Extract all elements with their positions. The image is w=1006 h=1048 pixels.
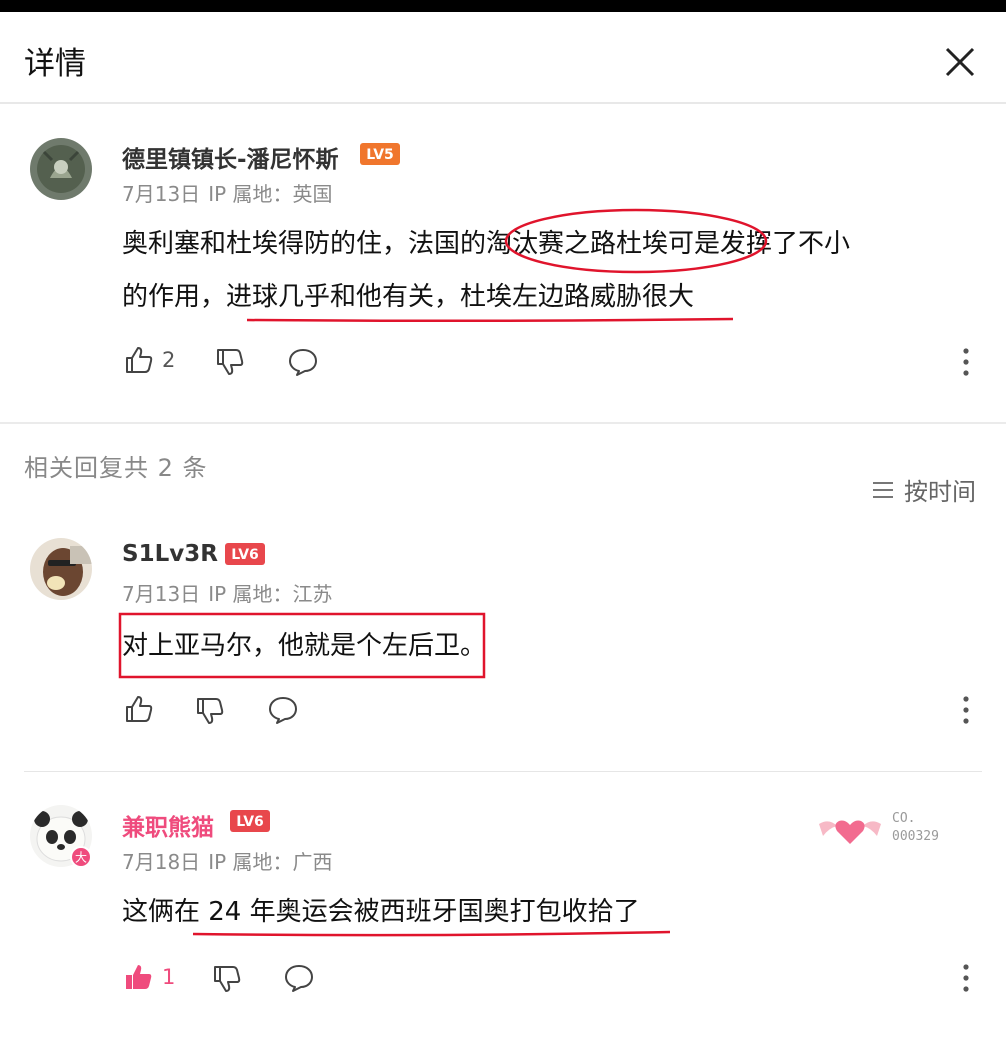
comment-meta: 7月13日 IP 属地：英国	[122, 178, 333, 207]
heart-wings-icon	[819, 820, 881, 844]
comment-meta: 7月18日 IP 属地：广西	[122, 846, 333, 875]
sort-label: 按时间	[904, 478, 976, 506]
comment-text: 对上亚马尔，他就是个左后卫。	[122, 631, 487, 661]
sort-lines-icon	[873, 481, 893, 498]
close-icon[interactable]	[940, 42, 980, 82]
replies-count-title: 相关回复共 2 条	[24, 454, 208, 482]
svg-text:LV6: LV6	[236, 814, 264, 830]
more-options-icon[interactable]	[960, 347, 972, 377]
comment-text: 奥利塞和杜埃得防的住，法国的淘汰赛之路杜埃可是发挥了不小 的作用，进球几乎和他有…	[122, 218, 972, 324]
thumbs-down-icon[interactable]	[195, 696, 225, 726]
like-count: 2	[162, 348, 176, 372]
level-badge: LV6	[225, 543, 265, 565]
level-badge: LV6	[230, 810, 270, 832]
like-count: 1	[162, 965, 176, 989]
avatar[interactable]	[30, 538, 92, 600]
sort-button[interactable]: 按时间	[872, 472, 976, 507]
thumbs-down-icon[interactable]	[215, 347, 245, 377]
thumbs-up-icon	[126, 347, 153, 373]
comment-ip: IP 属地：广西	[208, 850, 333, 874]
more-options-icon[interactable]	[960, 963, 972, 993]
thumbs-up-filled-icon	[126, 965, 152, 989]
like-button[interactable]: 1	[124, 962, 175, 992]
comment-ip: IP 属地：英国	[208, 182, 333, 206]
comment-bubble-icon[interactable]	[267, 695, 299, 725]
more-options-icon[interactable]	[960, 695, 972, 725]
thumbs-down-icon[interactable]	[212, 964, 242, 994]
avatar[interactable]	[30, 138, 92, 200]
thumbs-up-icon[interactable]	[124, 694, 154, 724]
fan-badge-number: CO. 000329	[892, 811, 939, 844]
svg-text:LV5: LV5	[366, 147, 394, 163]
comment-text-line: 奥利塞和杜埃得防的住，法国的淘汰赛之路杜埃可是发挥了不小	[122, 229, 851, 259]
comment-ip: IP 属地：江苏	[208, 582, 333, 606]
comment-bubble-icon[interactable]	[283, 963, 315, 993]
section-divider	[0, 422, 1006, 424]
reply-divider	[24, 771, 982, 772]
username[interactable]: 兼职熊猫	[122, 808, 214, 842]
comment-bubble-icon[interactable]	[287, 347, 319, 377]
comment-date: 7月18日	[122, 850, 201, 874]
username[interactable]: 德里镇镇长-潘尼怀斯	[122, 140, 339, 174]
avatar-badge: 大	[70, 846, 92, 868]
comment-text: 这俩在 24 年奥运会被西班牙国奥打包收拾了	[122, 897, 640, 927]
page-title: 详情	[24, 46, 86, 82]
status-bar	[0, 0, 1006, 12]
comment-date: 7月13日	[122, 182, 201, 206]
comment-date: 7月13日	[122, 582, 201, 606]
svg-text:LV6: LV6	[231, 547, 259, 563]
header: 详情	[0, 12, 1006, 104]
level-badge: LV5	[360, 143, 400, 165]
username[interactable]: S1Lv3R	[122, 541, 218, 567]
comment-text-line: 的作用，进球几乎和他有关，杜埃左边路威胁很大	[122, 282, 695, 312]
like-button[interactable]: 2	[124, 345, 175, 375]
comment-meta: 7月13日 IP 属地：江苏	[122, 578, 333, 607]
svg-text:大: 大	[75, 851, 87, 865]
